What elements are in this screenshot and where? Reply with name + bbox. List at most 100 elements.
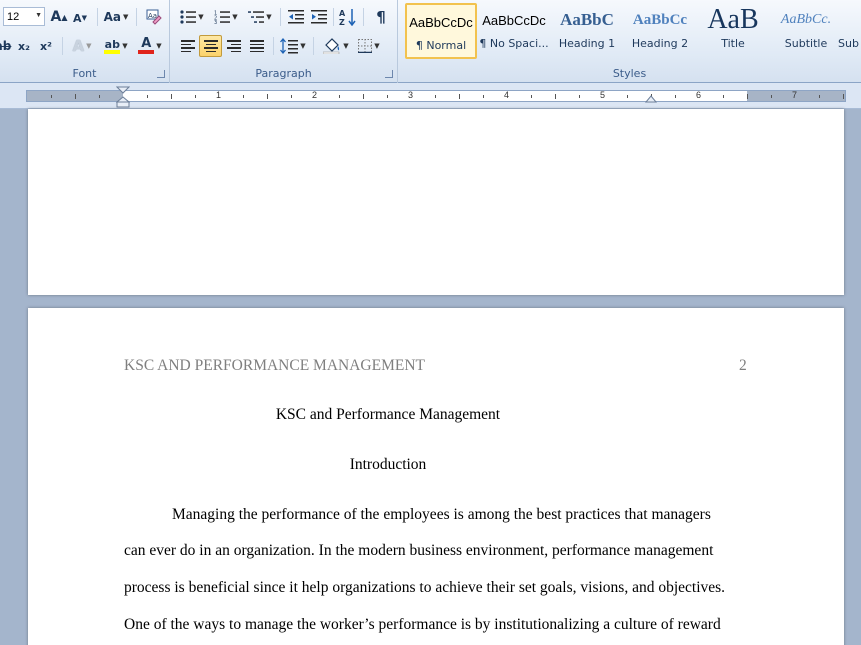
ruler-tick <box>483 95 484 98</box>
ruler-tick <box>723 95 724 98</box>
page-number[interactable]: 2 <box>739 357 747 375</box>
ruler-tick <box>627 95 628 98</box>
separator <box>136 8 137 26</box>
ruler-number: 2 <box>312 90 318 100</box>
ruler-tick <box>267 94 268 99</box>
chevron-down-icon: ▼ <box>86 42 92 50</box>
align-right-button[interactable] <box>224 36 244 56</box>
clear-formatting-icon: Aa <box>146 9 162 25</box>
style-no-spacing[interactable]: AaBbCcDc ¶ No Spaci... <box>478 3 550 59</box>
shrink-font-icon: A <box>73 11 82 25</box>
decrease-indent-icon <box>288 10 304 24</box>
style-sample: AaBbCcDc <box>482 12 546 28</box>
justify-button[interactable] <box>247 36 267 56</box>
style-sample: AaBbC <box>560 10 614 29</box>
indent-marker-icon[interactable] <box>116 86 130 108</box>
font-color-button[interactable]: A ▼ <box>135 36 165 56</box>
chevron-down-icon: ▼ <box>122 42 128 50</box>
strikethrough-button[interactable]: ab <box>0 36 11 56</box>
chevron-down-icon: ▼ <box>232 13 238 21</box>
separator <box>62 37 63 55</box>
document-page[interactable] <box>28 109 844 295</box>
decrease-indent-button[interactable] <box>285 7 307 27</box>
separator <box>313 37 314 55</box>
chevron-down-icon: ▼ <box>374 42 380 50</box>
ruler-number: 1 <box>216 90 222 100</box>
paragraph-line[interactable]: One of the ways to manage the worker’s p… <box>124 616 748 634</box>
shrink-font-button[interactable]: A ▼ <box>71 8 89 28</box>
line-spacing-button[interactable]: ▼ <box>278 36 308 56</box>
style-subtitle[interactable]: AaBbCc. Subtitle <box>770 3 842 59</box>
separator <box>333 8 334 26</box>
multilevel-list-icon <box>248 11 265 23</box>
paragraph-line[interactable]: can ever do in an organization. In the m… <box>124 542 748 560</box>
paragraph-line[interactable]: Managing the performance of the employee… <box>124 506 748 524</box>
superscript-button[interactable]: x² <box>37 36 55 56</box>
style-name: Heading 1 <box>558 37 616 50</box>
section-heading[interactable]: Introduction <box>28 456 748 474</box>
text-effects-icon: A <box>72 37 85 55</box>
font-size-combo[interactable]: 12 ▼ <box>3 7 45 26</box>
ruler-tick <box>843 94 844 99</box>
style-heading-2[interactable]: AaBbCc Heading 2 <box>624 3 696 59</box>
style-sample <box>838 3 861 37</box>
borders-button[interactable]: ▼ <box>354 36 384 56</box>
separator <box>97 8 98 26</box>
clear-formatting-button[interactable]: Aa <box>144 7 164 27</box>
numbering-icon: 1 2 3 <box>214 11 231 24</box>
chevron-down-icon: ▼ <box>266 13 272 21</box>
right-indent-marker-icon[interactable] <box>645 95 657 105</box>
grow-font-icon: A <box>50 9 62 25</box>
style-heading-1[interactable]: AaBbC Heading 1 <box>551 3 623 59</box>
ruler-number: 5 <box>600 90 606 100</box>
ruler-tick <box>99 95 100 98</box>
change-case-icon: Aa <box>103 10 121 24</box>
style-subtle[interactable]: Sub <box>838 3 861 59</box>
increase-indent-button[interactable] <box>308 7 330 27</box>
shading-button[interactable]: ▼ <box>320 36 352 56</box>
caret-down-icon: ▼ <box>81 14 87 22</box>
font-group: 12 ▼ A▲ A▼ Aa▼ Aa ab x₂ x² <box>0 0 170 83</box>
ruler-tick <box>147 95 148 98</box>
dialog-launcher-icon[interactable] <box>157 70 165 78</box>
style-normal[interactable]: AaBbCcDc ¶ Normal <box>405 3 477 59</box>
ruler-tick <box>771 95 772 98</box>
style-name: Subtitle <box>784 37 828 50</box>
chevron-down-icon: ▼ <box>156 42 162 50</box>
style-name: ¶ No Spaci... <box>479 37 549 50</box>
dialog-launcher-icon[interactable] <box>385 70 393 78</box>
highlight-button[interactable]: ab ▼ <box>100 36 132 56</box>
document-title[interactable]: KSC and Performance Management <box>28 406 748 424</box>
bullets-button[interactable]: ▼ <box>178 7 206 27</box>
subscript-button[interactable]: x₂ <box>15 36 33 56</box>
numbering-button[interactable]: 1 2 3 ▼ <box>212 7 240 27</box>
style-title[interactable]: AaB Title <box>697 3 769 59</box>
sort-icon: A Z <box>339 9 356 26</box>
document-page[interactable]: KSC AND PERFORMANCE MANAGEMENT 2 KSC and… <box>28 308 844 645</box>
show-formatting-button[interactable]: ¶ <box>370 7 392 27</box>
align-center-button[interactable] <box>199 35 222 57</box>
ruler-tick <box>459 94 460 99</box>
horizontal-ruler[interactable]: 1 2 3 4 5 6 7 <box>0 83 861 109</box>
line-spacing-icon <box>280 38 299 54</box>
ruler-track: 1 2 3 4 5 6 7 <box>26 90 846 102</box>
ruler-tick <box>747 94 748 99</box>
paragraph-line[interactable]: process is beneficial since it help orga… <box>124 579 748 597</box>
running-head[interactable]: KSC AND PERFORMANCE MANAGEMENT <box>124 357 425 375</box>
multilevel-list-button[interactable]: ▼ <box>246 7 274 27</box>
style-sample: AaBbCcDc <box>409 14 473 30</box>
paragraph-group-label: Paragraph <box>255 67 312 80</box>
align-left-button[interactable] <box>178 36 198 56</box>
ruler-tick <box>363 94 364 99</box>
grow-font-button[interactable]: A ▲ <box>49 7 69 27</box>
style-name: Title <box>721 37 745 50</box>
text-effects-button[interactable]: A ▼ <box>67 36 97 56</box>
change-case-button[interactable]: Aa ▼ <box>102 7 130 27</box>
ruler-tick <box>819 95 820 98</box>
sort-button[interactable]: A Z <box>337 7 359 27</box>
style-name: Heading 2 <box>631 37 689 50</box>
paragraph-group: ▼ 1 2 3 ▼ ▼ A Z ¶ ▼ ▼ ▼ Paragraph <box>170 0 398 83</box>
separator <box>280 8 281 26</box>
ruler-tick <box>171 94 172 99</box>
svg-text:Z: Z <box>339 18 345 26</box>
